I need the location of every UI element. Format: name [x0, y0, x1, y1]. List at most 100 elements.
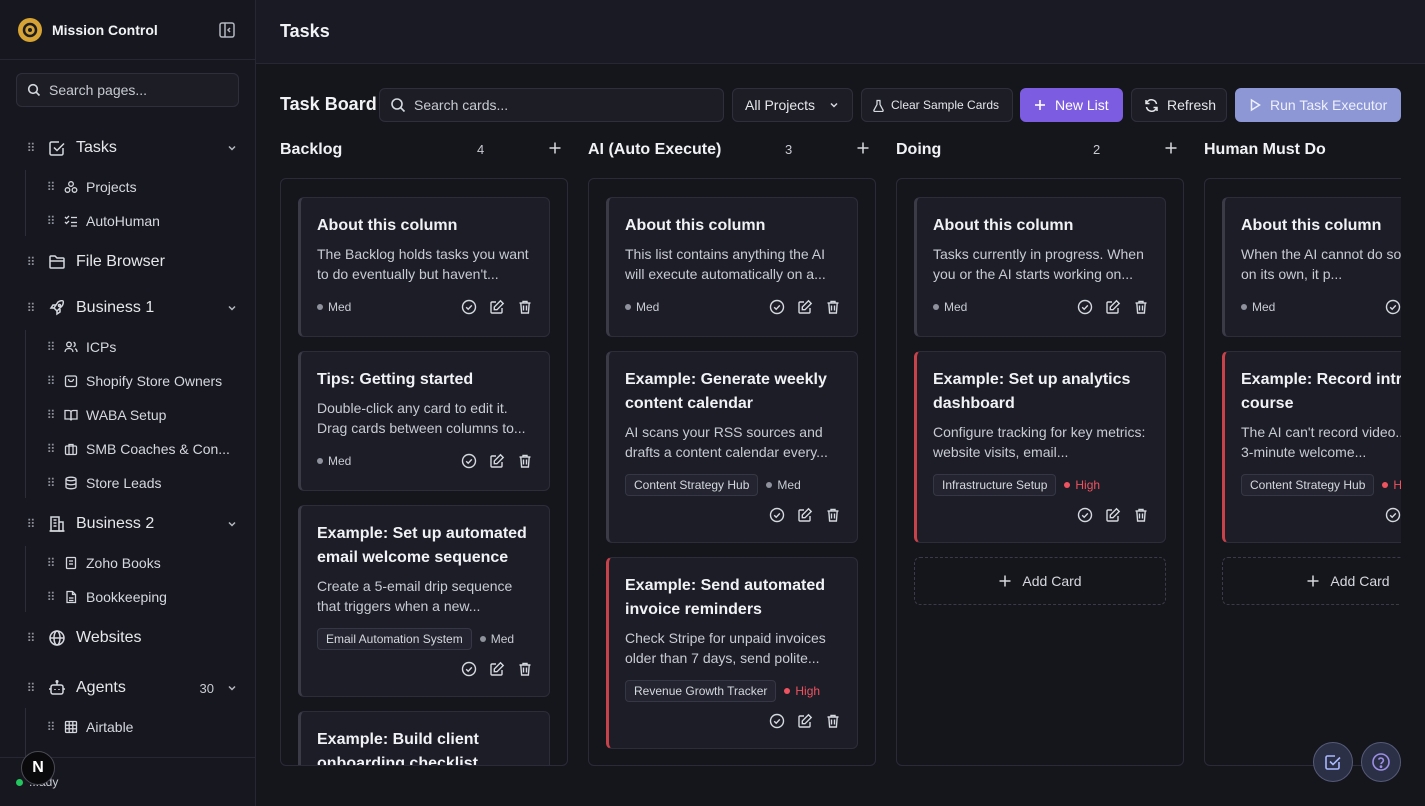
project-tag[interactable]: Content Strategy Hub: [625, 474, 759, 496]
sidebar-item-agents[interactable]: ⠿ Agents 30: [24, 672, 238, 704]
add-card-plus-icon[interactable]: [856, 141, 870, 155]
edit-card-icon[interactable]: [1105, 299, 1121, 315]
chevron-down-icon[interactable]: [226, 682, 238, 694]
drag-handle-icon[interactable]: ⠿: [44, 408, 56, 422]
task-card[interactable]: About this column The Backlog holds tasks…: [298, 197, 550, 337]
project-filter-select[interactable]: All Projects: [732, 88, 853, 122]
sidebar-item-business-1[interactable]: ⠿ Business 1: [24, 292, 238, 324]
sidebar-item-waba-setup[interactable]: ⠿ WABA Setup: [44, 399, 238, 431]
sidebar-item-business-2[interactable]: ⠿ Business 2: [24, 508, 238, 540]
drag-handle-icon[interactable]: ⠿: [44, 340, 56, 354]
task-card[interactable]: Example: Set up automated email welcome …: [298, 505, 550, 697]
chevron-down-icon[interactable]: [226, 518, 238, 530]
add-card-button[interactable]: Add Card: [1222, 557, 1401, 605]
delete-card-icon[interactable]: [517, 453, 533, 469]
drag-handle-icon[interactable]: ⠿: [44, 214, 56, 228]
task-card[interactable]: Example: Set up analytics dashboard Confi…: [914, 351, 1166, 543]
complete-card-icon[interactable]: [461, 453, 477, 469]
edit-card-icon[interactable]: [489, 661, 505, 677]
drag-handle-icon[interactable]: ⠿: [24, 681, 36, 695]
complete-card-icon[interactable]: [461, 299, 477, 315]
sidebar-item-projects[interactable]: ⠿ Projects: [44, 171, 238, 203]
new-list-button[interactable]: New List: [1020, 88, 1123, 122]
complete-card-icon[interactable]: [461, 661, 477, 677]
priority-dot: [317, 458, 323, 464]
project-tag[interactable]: Infrastructure Setup: [933, 474, 1057, 496]
avatar[interactable]: N: [21, 751, 55, 785]
priority-label: Med: [636, 300, 660, 314]
drag-handle-icon[interactable]: ⠿: [44, 556, 56, 570]
complete-card-icon[interactable]: [769, 713, 785, 729]
add-card-plus-icon[interactable]: [548, 141, 562, 155]
sidebar-item-smb-coaches[interactable]: ⠿ SMB Coaches & Con...: [44, 433, 238, 465]
delete-card-icon[interactable]: [825, 299, 841, 315]
chevron-down-icon[interactable]: [226, 142, 238, 154]
sidebar-item-websites[interactable]: ⠿ Websites: [24, 622, 238, 654]
task-card[interactable]: Example: Build client onboarding checkli…: [298, 711, 550, 765]
run-task-executor-button[interactable]: Run Task Executor: [1235, 88, 1401, 122]
drag-handle-icon[interactable]: ⠿: [24, 517, 36, 531]
task-shortcut-button[interactable]: [1313, 742, 1353, 782]
complete-card-icon[interactable]: [1077, 507, 1093, 523]
delete-card-icon[interactable]: [517, 661, 533, 677]
task-card[interactable]: Example: Send automated invoice reminder…: [606, 557, 858, 749]
task-card[interactable]: Example: Record intro... for course The A…: [1222, 351, 1401, 543]
edit-card-icon[interactable]: [797, 299, 813, 315]
complete-card-icon[interactable]: [1385, 507, 1401, 523]
delete-card-icon[interactable]: [825, 507, 841, 523]
card-meta: Med: [317, 296, 533, 318]
delete-card-icon[interactable]: [1133, 299, 1149, 315]
add-card-button[interactable]: Add Card: [914, 557, 1166, 605]
task-card[interactable]: About this column Tasks currently in prog…: [914, 197, 1166, 337]
drag-handle-icon[interactable]: ⠿: [24, 631, 36, 645]
edit-card-icon[interactable]: [797, 507, 813, 523]
sidebar-item-store-leads[interactable]: ⠿ Store Leads: [44, 467, 238, 499]
collapse-sidebar-icon[interactable]: [217, 20, 237, 40]
sidebar-item-zoho-books[interactable]: ⠿ Zoho Books: [44, 547, 238, 579]
drag-handle-icon[interactable]: ⠿: [24, 141, 36, 155]
add-card-plus-icon[interactable]: [1164, 141, 1178, 155]
delete-card-icon[interactable]: [825, 713, 841, 729]
complete-card-icon[interactable]: [769, 299, 785, 315]
drag-handle-icon[interactable]: ⠿: [44, 374, 56, 388]
sidebar-item-tasks[interactable]: ⠿ Tasks: [24, 132, 238, 164]
search-pages-field[interactable]: [16, 73, 239, 107]
search-pages-input[interactable]: [49, 82, 219, 98]
drag-handle-icon[interactable]: ⠿: [24, 301, 36, 315]
help-button[interactable]: [1361, 742, 1401, 782]
sidebar-item-airtable[interactable]: ⠿ Airtable: [44, 711, 238, 743]
search-cards-input[interactable]: [414, 97, 704, 113]
task-card[interactable]: Tips: Getting started Double-click any ca…: [298, 351, 550, 491]
edit-card-icon[interactable]: [489, 453, 505, 469]
delete-card-icon[interactable]: [1133, 507, 1149, 523]
complete-card-icon[interactable]: [1385, 299, 1401, 315]
complete-card-icon[interactable]: [769, 507, 785, 523]
task-card[interactable]: About this column When the AI cannot do s…: [1222, 197, 1401, 337]
sidebar-item-bookkeeping[interactable]: ⠿ Bookkeeping: [44, 581, 238, 613]
search-cards-field[interactable]: [379, 88, 724, 122]
card-description: Double-click any card to edit it. Drag c…: [317, 400, 526, 436]
complete-card-icon[interactable]: [1077, 299, 1093, 315]
sidebar-item-file-browser[interactable]: ⠿ File Browser: [24, 246, 238, 278]
edit-card-icon[interactable]: [1105, 507, 1121, 523]
edit-card-icon[interactable]: [489, 299, 505, 315]
sidebar-item-autohuman[interactable]: ⠿ AutoHuman: [44, 205, 238, 237]
task-card[interactable]: Example: Generate weekly content calenda…: [606, 351, 858, 543]
drag-handle-icon[interactable]: ⠿: [24, 255, 36, 269]
edit-card-icon[interactable]: [797, 713, 813, 729]
drag-handle-icon[interactable]: ⠿: [44, 590, 56, 604]
refresh-button[interactable]: Refresh: [1131, 88, 1227, 122]
project-tag[interactable]: Content Strategy Hub: [1241, 474, 1375, 496]
drag-handle-icon[interactable]: ⠿: [44, 180, 56, 194]
drag-handle-icon[interactable]: ⠿: [44, 442, 56, 456]
delete-card-icon[interactable]: [517, 299, 533, 315]
chevron-down-icon[interactable]: [226, 302, 238, 314]
drag-handle-icon[interactable]: ⠿: [44, 476, 56, 490]
task-card[interactable]: About this column This list contains anyt…: [606, 197, 858, 337]
sidebar-item-shopify-store-owners[interactable]: ⠿ Shopify Store Owners: [44, 365, 238, 397]
project-tag[interactable]: Revenue Growth Tracker: [625, 680, 777, 702]
sidebar-item-icps[interactable]: ⠿ ICPs: [44, 331, 238, 363]
project-tag[interactable]: Email Automation System: [317, 628, 472, 650]
clear-sample-cards-button[interactable]: Clear Sample Cards: [861, 88, 1013, 122]
drag-handle-icon[interactable]: ⠿: [44, 720, 56, 734]
